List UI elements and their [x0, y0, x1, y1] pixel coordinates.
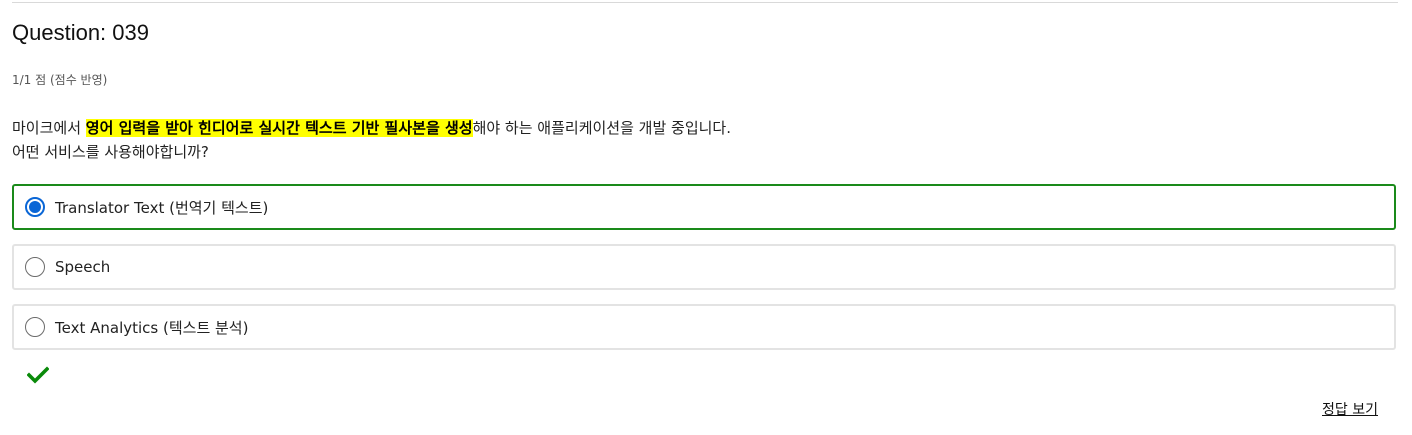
- prompt-highlight: 영어 입력을 받아 힌디어로 실시간 텍스트 기반 필사본을 생성: [85, 119, 473, 137]
- prompt-text-before: 마이크에서: [12, 119, 86, 137]
- prompt-line-2: 어떤 서비스를 사용해야합니까?: [12, 143, 209, 161]
- option-translator-text[interactable]: Translator Text (번역기 텍스트): [12, 184, 1396, 230]
- question-title: Question: 039: [12, 20, 149, 45]
- option-label: Speech: [55, 258, 111, 276]
- top-divider: [12, 2, 1398, 3]
- option-speech[interactable]: Speech: [12, 244, 1396, 290]
- prompt-line-1: 마이크에서 영어 입력을 받아 힌디어로 실시간 텍스트 기반 필사본을 생성해…: [12, 116, 731, 140]
- show-answer-link[interactable]: 정답 보기: [1322, 399, 1378, 419]
- option-label: Text Analytics (텍스트 분석): [55, 318, 249, 337]
- score-text: 1/1 점 (점수 반영): [12, 73, 108, 87]
- radio-button[interactable]: [25, 257, 45, 277]
- option-label: Translator Text (번역기 텍스트): [55, 198, 269, 217]
- prompt-text-after: 해야 하는 애플리케이션을 개발 중입니다.: [472, 119, 732, 137]
- checkmark-icon: [27, 366, 49, 384]
- radio-button[interactable]: [25, 317, 45, 337]
- radio-button-selected[interactable]: [25, 197, 45, 217]
- question-prompt: 마이크에서 영어 입력을 받아 힌디어로 실시간 텍스트 기반 필사본을 생성해…: [12, 116, 731, 164]
- option-text-analytics[interactable]: Text Analytics (텍스트 분석): [12, 304, 1396, 350]
